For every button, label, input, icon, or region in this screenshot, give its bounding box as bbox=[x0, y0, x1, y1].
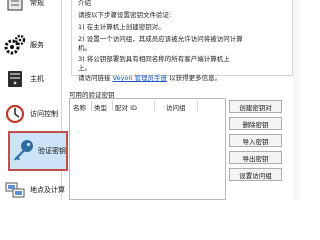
column-header-access-group[interactable]: 访问组 bbox=[166, 102, 186, 112]
description-text: 请访问链接 bbox=[78, 74, 111, 82]
sidebar-item-location[interactable]: 地点及计算 bbox=[2, 173, 65, 207]
description-text: 请按以下步骤设置密钥文件验证: bbox=[78, 11, 172, 19]
export-key-button[interactable]: 导出密钥 bbox=[229, 151, 282, 164]
sidebar-item-general[interactable]: 常规 bbox=[2, 0, 64, 20]
column-divider bbox=[197, 101, 198, 111]
sidebar-item-label: 地点及计算 bbox=[30, 186, 65, 194]
description-text: 机。 bbox=[78, 44, 91, 52]
sidebar-item-access-control[interactable]: 访问控制 bbox=[2, 97, 64, 131]
column-divider bbox=[91, 101, 92, 111]
sidebar-item-services[interactable]: 服务 bbox=[2, 28, 64, 62]
column-header-name[interactable]: 名称 bbox=[73, 102, 86, 112]
sidebar-item-host[interactable]: 主机 bbox=[2, 62, 64, 96]
sidebar: 常规 服务 主机 访问控制 验证密钥 地点及计算 bbox=[0, 0, 68, 200]
import-key-button[interactable]: 导入密钥 bbox=[229, 134, 282, 147]
admin-manual-link[interactable]: Veyon 管理员手册 bbox=[113, 74, 167, 82]
keys-table[interactable]: 名称 类型 配对 ID 访问组 bbox=[69, 98, 226, 200]
manual-link-line: 请访问链接 Veyon 管理员手册 以获得更多信息。 bbox=[78, 72, 221, 82]
set-access-group-button[interactable]: 设置访问组 bbox=[229, 168, 282, 181]
column-divider bbox=[154, 101, 155, 111]
description-box: 介绍 请按以下步骤设置密钥文件验证: 1) 在主计算机上创建密钥对。 2) 设置… bbox=[71, 0, 293, 82]
sidebar-item-label: 主机 bbox=[30, 75, 44, 83]
sidebar-item-label: 常规 bbox=[30, 0, 44, 7]
delete-key-button[interactable]: 删除密钥 bbox=[229, 117, 282, 130]
column-divider bbox=[112, 101, 113, 111]
create-key-pair-button[interactable]: 创建密钥对 bbox=[229, 100, 282, 113]
sidebar-item-auth-keys[interactable]: 验证密钥 bbox=[8, 131, 68, 171]
location-icon bbox=[2, 177, 28, 203]
column-header-pair-id[interactable]: 配对 ID bbox=[115, 102, 137, 112]
description-text: 上。 bbox=[78, 64, 91, 72]
description-title: 介绍 bbox=[78, 0, 91, 7]
general-icon bbox=[2, 0, 28, 16]
key-icon bbox=[10, 138, 36, 164]
host-icon bbox=[2, 66, 28, 92]
gears-icon bbox=[2, 32, 28, 58]
column-header-type[interactable]: 类型 bbox=[94, 102, 107, 112]
description-text: 以获得更多信息。 bbox=[169, 74, 222, 82]
main-panel: 介绍 请按以下步骤设置密钥文件验证: 1) 在主计算机上创建密钥对。 2) 设置… bbox=[63, 0, 300, 200]
description-text: 2) 设置一个访问组，其成员应该被允许访问将被访问计算 bbox=[78, 35, 243, 43]
window-edge bbox=[293, 0, 300, 200]
access-control-icon bbox=[2, 101, 28, 127]
description-text: 1) 在主计算机上创建密钥对。 bbox=[78, 23, 165, 31]
sidebar-item-label: 访问控制 bbox=[30, 110, 58, 118]
sidebar-item-label: 验证密钥 bbox=[38, 147, 66, 155]
sidebar-item-label: 服务 bbox=[30, 41, 44, 49]
description-text: 3) 将公钥部署到具有相同名称的所有客户端计算机上 bbox=[78, 55, 230, 63]
